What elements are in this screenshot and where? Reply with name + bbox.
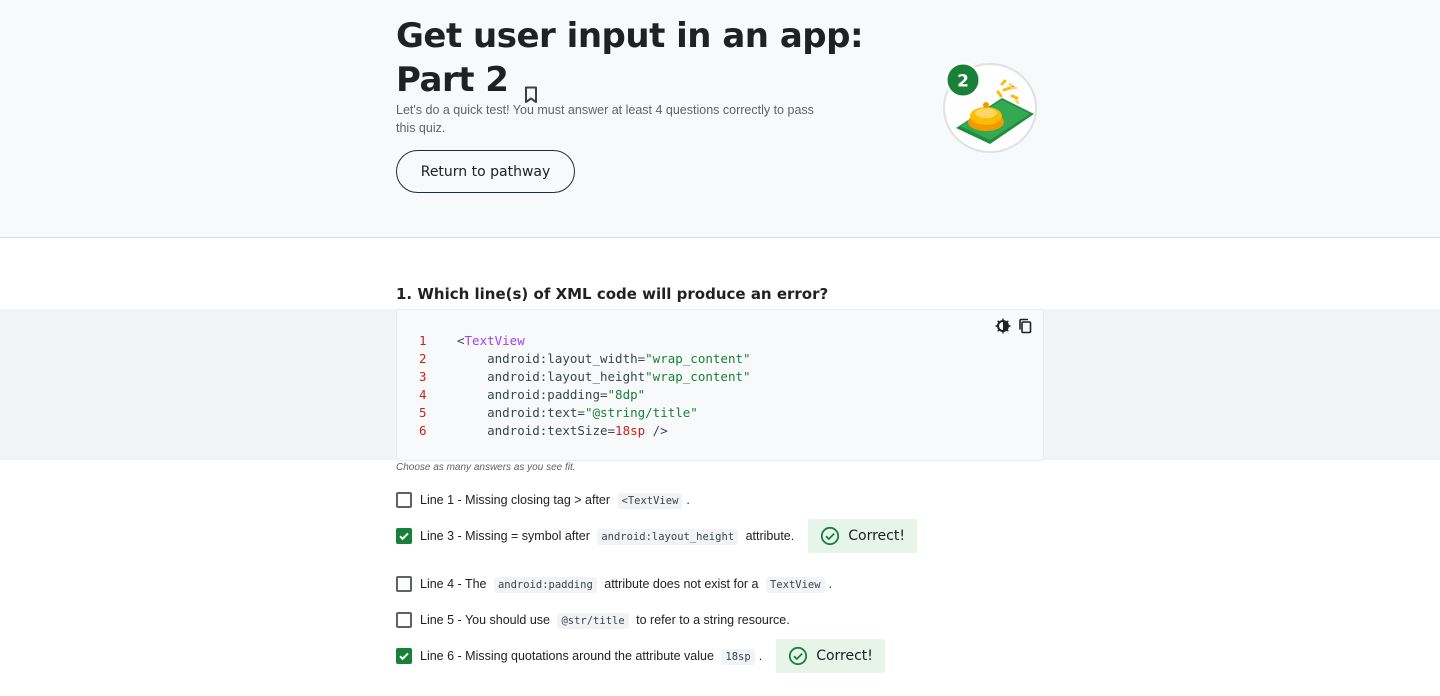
line-number: 5	[419, 405, 427, 420]
inline-code: <TextView	[617, 493, 683, 509]
code-line: 4 android:padding="8dp"	[419, 386, 751, 404]
code-token: android:text=	[457, 405, 585, 420]
line-number: 2	[419, 351, 427, 366]
code-token: android:layout_height	[457, 369, 646, 384]
return-to-pathway-button[interactable]: Return to pathway	[396, 150, 575, 193]
check-circle-icon	[789, 646, 808, 666]
code-text: android:padding="8dp"	[457, 386, 645, 404]
inline-code: @str/title	[557, 613, 629, 629]
check-icon	[399, 532, 409, 541]
code-line: 6 android:textSize=18sp />	[419, 422, 751, 440]
code-line: 1 <TextView	[419, 332, 751, 350]
line-number: 4	[419, 387, 427, 402]
bookmark-icon[interactable]	[524, 71, 542, 103]
answer-text: attribute.	[742, 529, 795, 543]
answer-option[interactable]: Line 1 - Missing closing tag > after <Te…	[396, 491, 690, 509]
code-token: "wrap_content"	[645, 351, 751, 366]
answer-label: Line 5 - You should use @str/title to re…	[420, 613, 790, 629]
correct-label: Correct!	[848, 528, 905, 544]
code-block: 1 <TextView 2 android:layout_width="wrap_c…	[396, 309, 1044, 461]
answer-text: Line 4 - The	[420, 577, 490, 591]
code-text: android:textSize=18sp />	[457, 422, 668, 440]
answer-label: Line 3 - Missing = symbol after android:…	[420, 529, 795, 545]
quiz-description: Let's do a quick test! You must answer a…	[396, 103, 814, 135]
correct-feedback: Correct!	[808, 519, 917, 553]
answer-checkbox[interactable]	[396, 648, 412, 664]
code-token: android:textSize=	[457, 423, 616, 438]
answer-option[interactable]: Line 6 - Missing quotations around the a…	[396, 639, 885, 673]
quiz-badge: 2	[938, 56, 1042, 156]
code-token: <	[457, 333, 465, 348]
answer-text: .	[828, 577, 833, 591]
answer-option[interactable]: Line 3 - Missing = symbol after android:…	[396, 519, 917, 553]
copy-icon[interactable]	[1017, 318, 1033, 334]
line-number: 3	[419, 369, 427, 384]
code-line: 3 android:layout_height"wrap_content"	[419, 368, 751, 386]
answer-text: .	[758, 649, 763, 663]
correct-label: Correct!	[816, 648, 873, 664]
answer-checkbox[interactable]	[396, 576, 412, 592]
code-token: />	[645, 423, 668, 438]
code-text: android:layout_width="wrap_content"	[457, 350, 751, 368]
answer-text: Line 5 - You should use	[420, 613, 554, 627]
line-number: 6	[419, 423, 427, 438]
inline-code: android:layout_height	[597, 529, 739, 545]
code-token: "@string/title"	[584, 405, 698, 420]
answer-label: Line 6 - Missing quotations around the a…	[420, 649, 763, 665]
title-line-1: Get user input in an app:	[396, 16, 864, 56]
answer-hint: Choose as many answers as you see fit.	[396, 462, 576, 473]
check-circle-icon	[821, 526, 840, 546]
answer-text: .	[686, 493, 690, 507]
code-token: "8dp"	[607, 387, 646, 402]
code-text: android:layout_height"wrap_content"	[457, 368, 751, 386]
answer-label: Line 1 - Missing closing tag > after <Te…	[420, 493, 690, 509]
code-text: android:text="@string/title"	[457, 404, 698, 422]
code-lines: 1 <TextView 2 android:layout_width="wrap_c…	[419, 332, 751, 440]
correct-feedback: Correct!	[776, 639, 885, 673]
line-number: 1	[419, 333, 427, 348]
theme-toggle-icon[interactable]	[995, 318, 1011, 334]
answer-text: attribute does not exist for a	[600, 577, 762, 591]
answer-checkbox[interactable]	[396, 492, 412, 508]
code-token: android:padding=	[457, 387, 608, 402]
answer-text: to refer to a string resource.	[632, 613, 790, 627]
answer-checkbox[interactable]	[396, 612, 412, 628]
page-title: Get user input in an app: Part 2	[396, 14, 876, 103]
answer-option[interactable]: Line 5 - You should use @str/title to re…	[396, 611, 790, 629]
answer-text: Line 1 - Missing closing tag > after	[420, 493, 614, 507]
question-title: 1. Which line(s) of XML code will produc…	[396, 285, 829, 303]
inline-code: android:padding	[493, 577, 597, 593]
answer-text: Line 3 - Missing = symbol after	[420, 529, 594, 543]
check-icon	[399, 652, 409, 661]
inline-code: 18sp	[721, 649, 755, 665]
answer-text: Line 6 - Missing quotations around the a…	[420, 649, 718, 663]
quiz-header: Get user input in an app: Part 2 Let's d…	[0, 0, 1440, 238]
answer-option[interactable]: Line 4 - The android:padding attribute d…	[396, 575, 832, 593]
code-token: android:layout_width=	[457, 351, 646, 366]
code-text: <TextView	[457, 332, 525, 350]
answer-label: Line 4 - The android:padding attribute d…	[420, 577, 833, 593]
answer-checkbox[interactable]	[396, 528, 412, 544]
code-token: 18sp	[615, 423, 646, 438]
title-line-2: Part 2	[396, 60, 509, 100]
code-token: "wrap_content"	[645, 369, 751, 384]
code-token: TextView	[464, 333, 525, 348]
inline-code: TextView	[765, 577, 825, 593]
code-line: 5 android:text="@string/title"	[419, 404, 751, 422]
code-line: 2 android:layout_width="wrap_content"	[419, 350, 751, 368]
badge-number: 2	[957, 72, 969, 92]
